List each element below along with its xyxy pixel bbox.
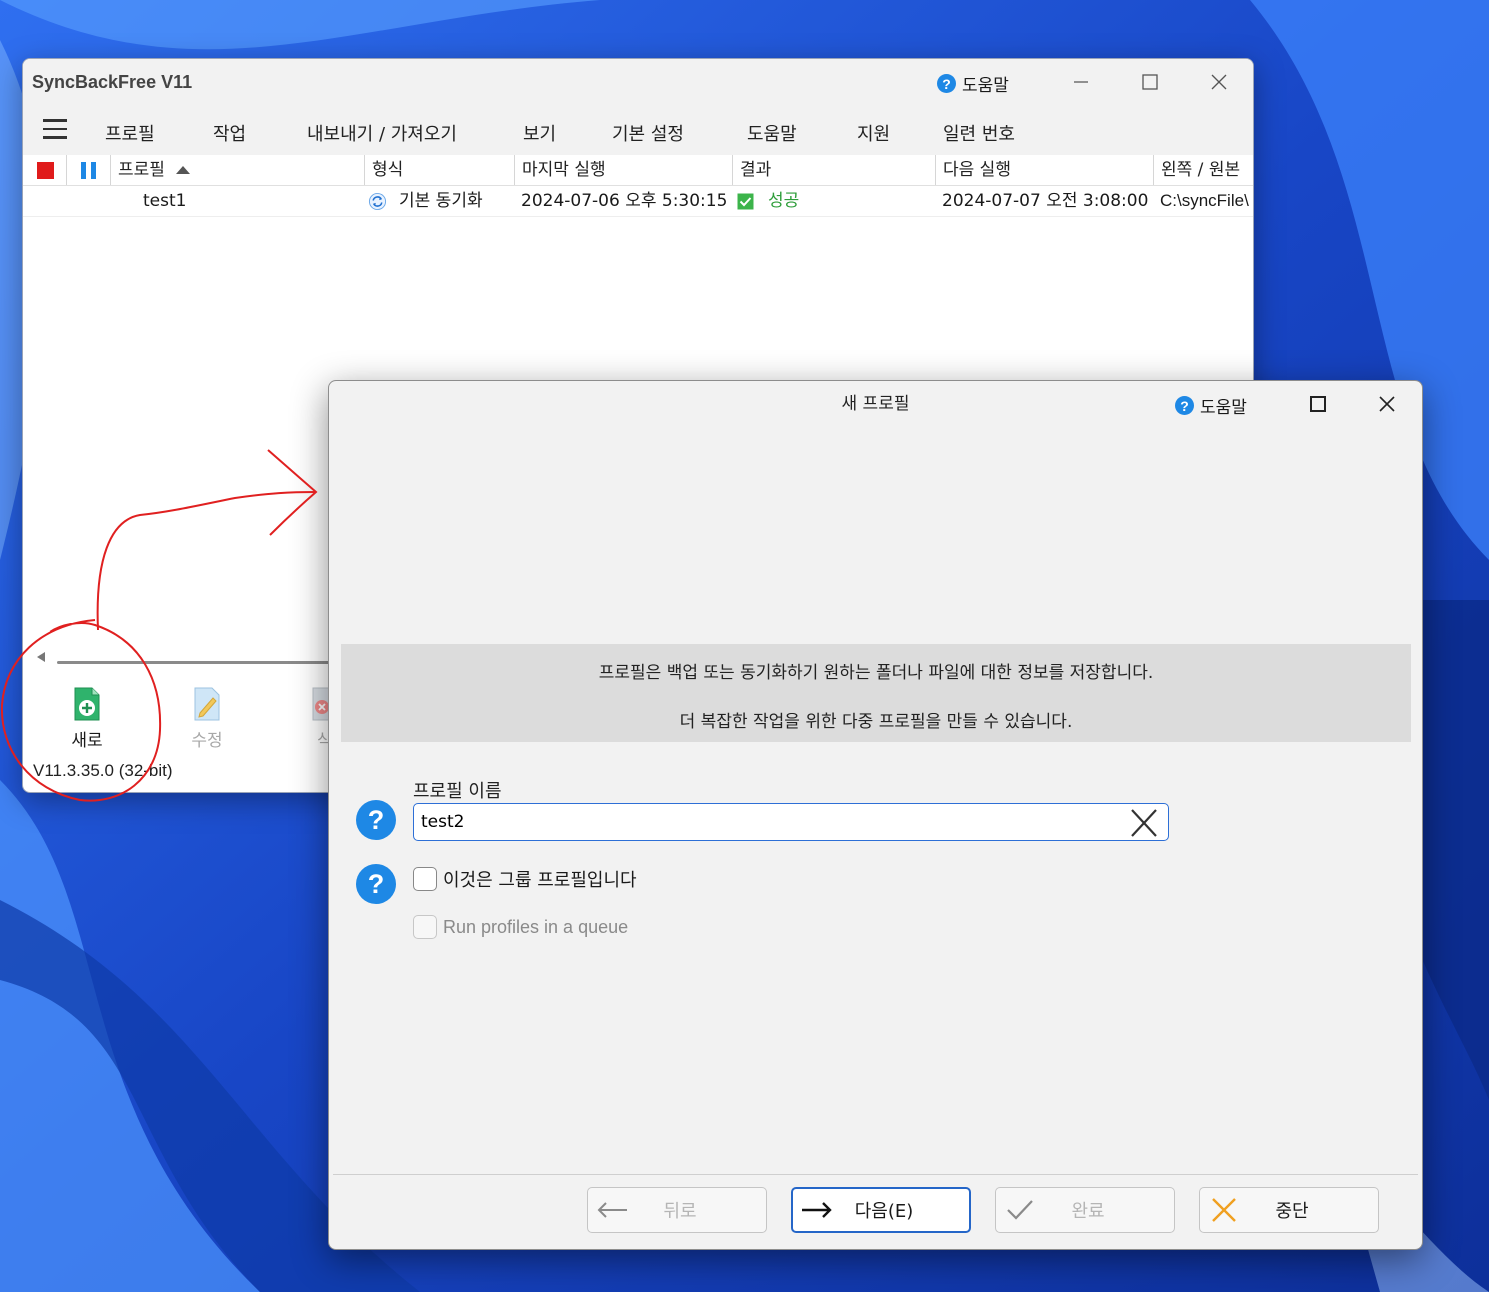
edit-label: 수정 [191, 731, 223, 751]
profile-grid-header: 프로필 형식 마지막 실행 결과 다음 실행 왼쪽 / 원본 [23, 155, 1253, 186]
info-line-1: 프로필은 백업 또는 동기화하기 원하는 폴더나 파일에 대한 정보를 저장합니… [598, 663, 1154, 683]
minimize-button[interactable] [1053, 59, 1109, 105]
clear-x-icon [1131, 809, 1157, 837]
profile-name-label: 프로필 이름 [413, 781, 502, 802]
dialog-help-button[interactable]: ? 도움말 [1175, 393, 1247, 418]
next-label: 다음(E) [854, 1201, 914, 1222]
col-last-run[interactable]: 마지막 실행 [515, 155, 733, 185]
dialog-help-label: 도움말 [1200, 398, 1247, 418]
info-panel: 프로필은 백업 또는 동기화하기 원하는 폴더나 파일에 대한 정보를 저장합니… [341, 644, 1411, 742]
back-button[interactable]: 뒤로 [587, 1187, 767, 1233]
dialog-close-button[interactable] [1359, 381, 1415, 427]
col-profile-label: 프로필 [118, 160, 165, 180]
help-icon: ? [1175, 396, 1194, 415]
cancel-label: 중단 [1275, 1201, 1309, 1222]
group-profile-help-icon[interactable]: ? [356, 864, 396, 904]
help-button[interactable]: ? 도움말 [937, 71, 1009, 96]
success-check-icon [737, 186, 755, 216]
col-profile[interactable]: 프로필 [111, 155, 365, 185]
pause-icon [81, 161, 96, 179]
new-profile-dialog: 새 프로필 ? 도움말 프로필은 백업 또는 동기화하기 원하는 폴더나 파일에… [328, 380, 1423, 1250]
finish-label: 완료 [1071, 1201, 1105, 1222]
title-bar: SyncBackFree V11 ? 도움말 [23, 59, 1253, 105]
close-button[interactable] [1191, 59, 1247, 105]
edit-pencil-icon [194, 687, 220, 721]
close-icon [1211, 74, 1227, 90]
table-row[interactable]: test1 기본 동기화 2024-07-06 오후 5:30:15 성공 20… [23, 186, 1253, 217]
close-icon [1379, 396, 1395, 412]
dialog-title: 새 프로필 [841, 394, 910, 414]
row-result: 성공 [768, 191, 800, 211]
row-profile: test1 [143, 191, 187, 211]
arrow-right-icon [802, 1202, 832, 1218]
profile-name-help-icon[interactable]: ? [356, 800, 396, 840]
run-queue-checkbox-row[interactable]: Run profiles in a queue [413, 915, 628, 939]
maximize-icon [1142, 74, 1158, 90]
row-last-run: 2024-07-06 오후 5:30:15 [521, 191, 728, 211]
dialog-maximize-button[interactable] [1290, 381, 1346, 427]
checkmark-icon [1007, 1200, 1033, 1220]
sync-icon [368, 186, 388, 216]
new-label: 새로 [71, 731, 103, 751]
help-label: 도움말 [962, 76, 1009, 96]
menu-support[interactable]: 지원 [857, 120, 890, 146]
menu-serial-number[interactable]: 일련 번호 [943, 120, 1015, 146]
version-status: V11.3.35.0 (32-bit) [33, 761, 173, 780]
group-profile-checkbox-row[interactable]: 이것은 그룹 프로필입니다 [413, 866, 637, 892]
hamburger-menu-icon[interactable] [43, 119, 67, 139]
menu-profile[interactable]: 프로필 [105, 120, 155, 146]
sort-ascending-icon [176, 166, 191, 174]
col-next-run[interactable]: 다음 실행 [936, 155, 1154, 185]
cancel-button[interactable]: 중단 [1199, 1187, 1379, 1233]
scroll-thumb[interactable] [57, 661, 357, 664]
button-separator [333, 1174, 1418, 1175]
app-title: SyncBackFree V11 [32, 72, 193, 92]
group-profile-checkbox[interactable] [413, 867, 437, 891]
help-icon: ? [937, 74, 956, 93]
arrow-left-icon [597, 1202, 627, 1218]
profile-name-input[interactable] [413, 803, 1169, 841]
cancel-x-icon [1212, 1198, 1236, 1222]
row-next-run: 2024-07-07 오전 3:08:00 [942, 191, 1149, 211]
next-button[interactable]: 다음(E) [791, 1187, 971, 1233]
maximize-button[interactable] [1122, 59, 1178, 105]
row-left-source: C:\syncFile\ [1160, 191, 1249, 210]
menu-view[interactable]: 보기 [523, 120, 556, 146]
finish-button[interactable]: 완료 [995, 1187, 1175, 1233]
col-result[interactable]: 결과 [733, 155, 936, 185]
row-type: 기본 동기화 [399, 191, 483, 211]
run-queue-checkbox[interactable] [413, 915, 437, 939]
edit-profile-button[interactable]: 수정 [167, 687, 247, 751]
minimize-icon [1074, 81, 1088, 83]
menu-task[interactable]: 작업 [213, 120, 246, 146]
info-line-2: 더 복잡한 작업을 위한 다중 프로필을 만들 수 있습니다. [679, 712, 1073, 732]
pause-all-button[interactable] [67, 155, 111, 185]
menu-help[interactable]: 도움말 [747, 120, 797, 146]
col-left-source[interactable]: 왼쪽 / 원본 [1154, 155, 1253, 185]
run-queue-label: Run profiles in a queue [443, 916, 629, 937]
new-file-icon [74, 687, 100, 721]
col-type[interactable]: 형식 [365, 155, 515, 185]
menu-export-import[interactable]: 내보내기 / 가져오기 [307, 120, 457, 146]
clear-input-button[interactable] [1127, 807, 1161, 839]
stop-icon [37, 161, 54, 179]
menu-bar: 프로필 작업 내보내기 / 가져오기 보기 기본 설정 도움말 지원 일련 번호 [23, 105, 1253, 155]
stop-all-button[interactable] [23, 155, 67, 185]
new-profile-button[interactable]: 새로 [47, 687, 127, 751]
back-label: 뒤로 [663, 1201, 697, 1222]
group-profile-label: 이것은 그룹 프로필입니다 [443, 870, 637, 891]
maximize-icon [1310, 396, 1326, 412]
menu-preferences[interactable]: 기본 설정 [612, 120, 684, 146]
